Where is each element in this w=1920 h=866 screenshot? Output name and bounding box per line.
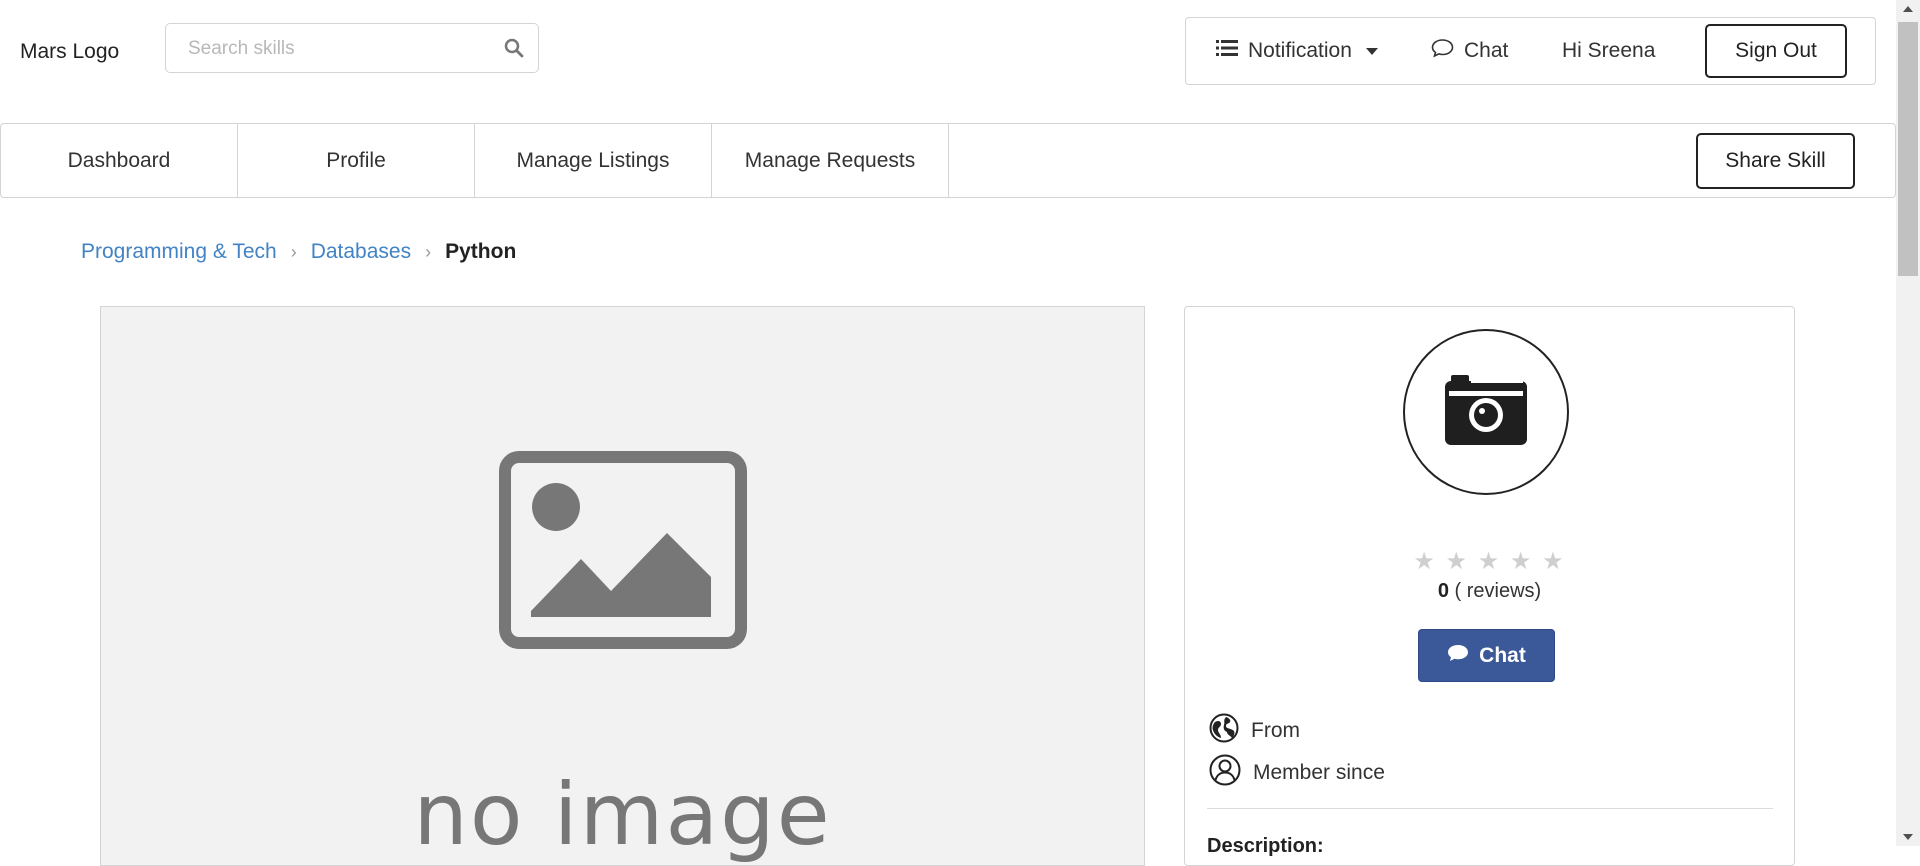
avatar bbox=[1403, 329, 1569, 495]
share-skill-button[interactable]: Share Skill bbox=[1696, 133, 1855, 189]
chevron-right-icon: › bbox=[425, 241, 432, 262]
seller-member-since: Member since bbox=[1209, 754, 1385, 792]
scroll-down-icon[interactable] bbox=[1903, 834, 1913, 840]
breadcrumb-databases[interactable]: Databases bbox=[311, 240, 411, 264]
seller-card: ★ ★ ★ ★ ★ 0 ( reviews) Chat From Member … bbox=[1184, 306, 1795, 866]
scrollbar-thumb[interactable] bbox=[1898, 22, 1918, 276]
star-icon: ★ bbox=[1509, 548, 1534, 575]
member-since-label: Member since bbox=[1253, 761, 1385, 784]
star-icon: ★ bbox=[1413, 548, 1437, 575]
image-placeholder-icon bbox=[499, 451, 747, 649]
user-greeting[interactable]: Hi Sreena bbox=[1562, 18, 1655, 84]
list-icon bbox=[1216, 39, 1238, 63]
search-input[interactable] bbox=[186, 24, 490, 74]
review-count: 0 ( reviews) bbox=[1185, 580, 1794, 603]
star-icon: ★ bbox=[1477, 548, 1502, 575]
reviews-label: ( reviews) bbox=[1454, 580, 1542, 602]
rating-stars: ★ ★ ★ ★ ★ bbox=[1185, 547, 1794, 576]
scroll-up-icon[interactable] bbox=[1903, 6, 1913, 12]
notification-label: Notification bbox=[1248, 39, 1352, 62]
from-label: From bbox=[1251, 719, 1300, 742]
search-box bbox=[165, 23, 539, 74]
tab-dashboard[interactable]: Dashboard bbox=[1, 124, 238, 197]
chevron-right-icon: › bbox=[290, 241, 297, 262]
listing-image: no image bbox=[100, 306, 1145, 866]
user-circle-icon bbox=[1209, 754, 1241, 792]
description-heading: Description: bbox=[1207, 835, 1324, 857]
camera-icon bbox=[1443, 373, 1529, 452]
chat-menu-item[interactable]: Chat bbox=[1431, 18, 1508, 84]
tab-manage-listings[interactable]: Manage Listings bbox=[475, 124, 712, 197]
seller-from: From bbox=[1209, 713, 1300, 749]
chat-button[interactable]: Chat bbox=[1418, 629, 1555, 682]
breadcrumb: Programming & Tech › Databases › Python bbox=[81, 240, 516, 264]
tab-manage-requests[interactable]: Manage Requests bbox=[712, 124, 949, 197]
breadcrumb-programming-tech[interactable]: Programming & Tech bbox=[81, 240, 277, 264]
caret-down-icon bbox=[1365, 47, 1378, 55]
rating-value: 0 bbox=[1437, 580, 1449, 602]
globe-icon bbox=[1209, 713, 1239, 749]
notification-dropdown[interactable]: Notification bbox=[1216, 18, 1378, 84]
chat-button-label: Chat bbox=[1479, 643, 1526, 667]
top-menu: Notification Chat Hi Sreena Sign Out bbox=[1185, 17, 1876, 85]
site-logo[interactable]: Mars Logo bbox=[20, 40, 119, 64]
comment-icon bbox=[1447, 644, 1469, 668]
no-image-text: no image bbox=[413, 765, 832, 865]
breadcrumb-current: Python bbox=[445, 240, 517, 263]
chat-menu-label: Chat bbox=[1464, 39, 1509, 62]
star-icon: ★ bbox=[1445, 548, 1470, 575]
search-icon[interactable] bbox=[504, 38, 524, 63]
sign-out-button[interactable]: Sign Out bbox=[1705, 24, 1847, 78]
page-scrollbar[interactable] bbox=[1896, 0, 1920, 846]
comment-outline-icon bbox=[1431, 38, 1454, 64]
main-nav: Dashboard Profile Manage Listings Manage… bbox=[0, 123, 1896, 198]
tab-profile[interactable]: Profile bbox=[238, 124, 475, 197]
star-icon: ★ bbox=[1542, 548, 1566, 575]
divider bbox=[1207, 808, 1773, 809]
